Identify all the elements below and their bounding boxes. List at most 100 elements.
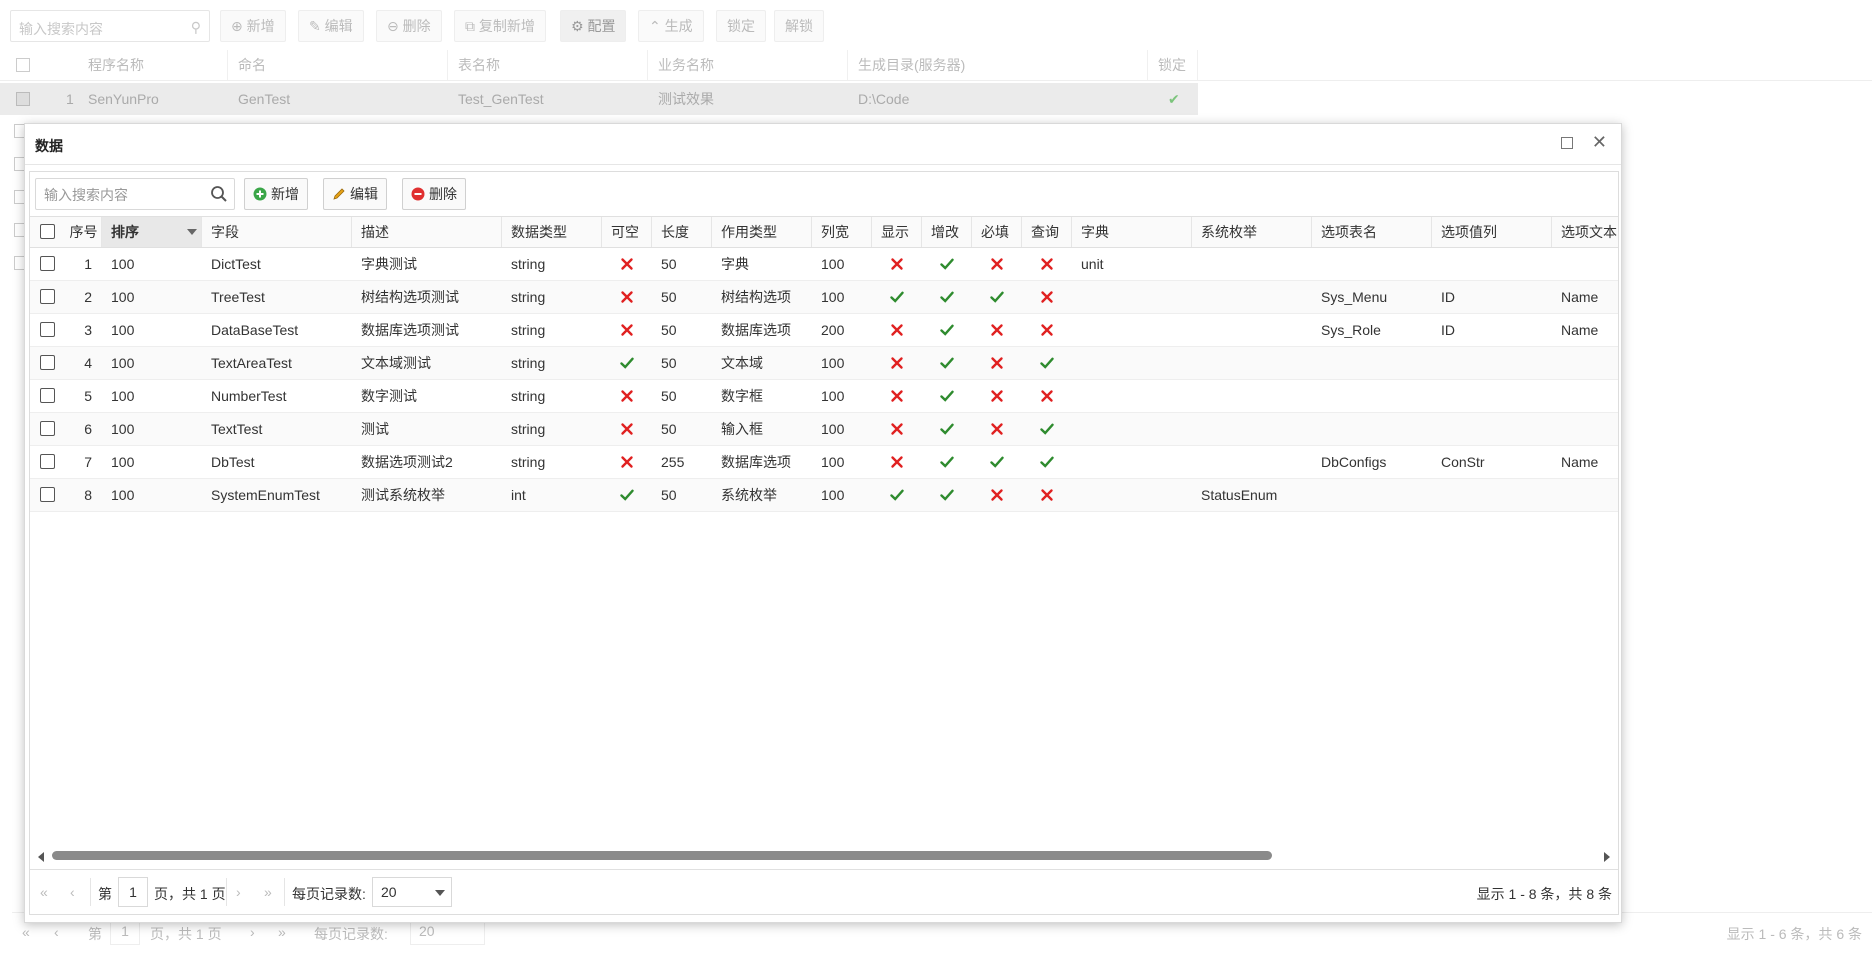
- table-row[interactable]: 4 100 TextAreaTest 文本域测试 string 50 文本域 100: [30, 347, 1618, 380]
- background-row-business: 测试效果: [658, 91, 714, 107]
- background-col-locked[interactable]: 锁定: [1148, 50, 1198, 80]
- background-search-input[interactable]: 输入搜索内容 ⚲: [10, 10, 210, 42]
- background-row-program: SenYunPro: [88, 91, 159, 107]
- col-opt-text[interactable]: 选项文本: [1552, 217, 1618, 247]
- close-icon[interactable]: ✕: [1592, 133, 1607, 151]
- grid-header: 序号 排序 字段 描述 数据类型 可空 长度 作用类型 列宽 显示 增改 必填 …: [30, 216, 1618, 248]
- cell-sys-enum: [1192, 413, 1312, 445]
- cell-field: TextTest: [211, 421, 263, 437]
- next-page-icon[interactable]: ›: [236, 884, 241, 900]
- add-icon: ⊕: [231, 18, 247, 34]
- last-page-icon[interactable]: »: [278, 924, 286, 940]
- check-icon: [922, 380, 972, 412]
- background-row-checkbox[interactable]: [16, 92, 30, 106]
- background-col-table[interactable]: 表名称: [448, 50, 648, 80]
- chevron-down-icon[interactable]: [435, 890, 445, 896]
- row-checkbox[interactable]: [40, 454, 55, 469]
- next-page-icon[interactable]: ›: [250, 924, 255, 940]
- row-checkbox[interactable]: [40, 256, 55, 271]
- row-checkbox[interactable]: [40, 421, 55, 436]
- table-row[interactable]: 2 100 TreeTest 树结构选项测试 string 50 树结构选项 100 Sys_M…: [30, 281, 1618, 314]
- col-opt-table[interactable]: 选项表名: [1312, 217, 1432, 247]
- first-page-icon[interactable]: «: [40, 884, 48, 900]
- cell-opt-table: [1312, 380, 1432, 412]
- per-page-select[interactable]: 20: [372, 877, 452, 907]
- cell-width: 100: [821, 289, 845, 305]
- table-row[interactable]: 1 100 DictTest 字典测试 string 50 字典 100 unit: [30, 248, 1618, 281]
- background-page-prefix: 第: [88, 926, 102, 942]
- prev-page-icon[interactable]: ‹: [54, 924, 59, 940]
- col-required[interactable]: 必填: [972, 217, 1022, 247]
- col-query[interactable]: 查询: [1022, 217, 1072, 247]
- cell-opt-value: [1432, 347, 1552, 379]
- page-suffix: 页，共 1 页: [154, 886, 226, 902]
- background-copy-add-button[interactable]: ⧉ 复制新增: [454, 10, 546, 42]
- background-lock-button[interactable]: 锁定: [716, 10, 766, 42]
- last-page-icon[interactable]: »: [264, 884, 272, 900]
- table-row[interactable]: 5 100 NumberTest 数字测试 string 50 数字框 100: [30, 380, 1618, 413]
- row-checkbox[interactable]: [40, 487, 55, 502]
- background-delete-button[interactable]: ⊖ 删除: [376, 10, 442, 42]
- background-add-button[interactable]: ⊕ 新增: [220, 10, 286, 42]
- col-opt-value[interactable]: 选项值列: [1432, 217, 1552, 247]
- col-index[interactable]: 序号: [66, 217, 102, 247]
- table-row[interactable]: 7 100 DbTest 数据选项测试2 string 255 数据库选项 100 DbConf…: [30, 446, 1618, 479]
- background-col-dir[interactable]: 生成目录(服务器): [848, 50, 1148, 80]
- col-desc[interactable]: 描述: [352, 217, 502, 247]
- background-edit-button[interactable]: ✎ 编辑: [298, 10, 364, 42]
- row-checkbox[interactable]: [40, 322, 55, 337]
- dialog-add-button[interactable]: 新增: [244, 178, 308, 210]
- col-editable[interactable]: 增改: [922, 217, 972, 247]
- row-checkbox[interactable]: [40, 355, 55, 370]
- col-nullable[interactable]: 可空: [602, 217, 652, 247]
- scroll-left-icon[interactable]: [38, 852, 44, 862]
- check-icon: [872, 479, 922, 511]
- background-select-all-checkbox[interactable]: [16, 58, 30, 72]
- row-index: 2: [84, 289, 92, 305]
- col-dict[interactable]: 字典: [1072, 217, 1192, 247]
- col-field[interactable]: 字段: [202, 217, 352, 247]
- table-row[interactable]: 3 100 DataBaseTest 数据库选项测试 string 50 数据库选项 200 S…: [30, 314, 1618, 347]
- scrollbar-thumb[interactable]: [52, 851, 1272, 860]
- col-sys-enum[interactable]: 系统枚举: [1192, 217, 1312, 247]
- col-width[interactable]: 列宽: [812, 217, 872, 247]
- cell-type: string: [511, 256, 546, 272]
- per-page-value: 20: [381, 884, 397, 900]
- scroll-right-icon[interactable]: [1604, 852, 1610, 862]
- cross-icon: [872, 446, 922, 478]
- col-sort[interactable]: 排序: [102, 217, 202, 247]
- background-table-row[interactable]: 1 SenYunPro GenTest Test_GenTest 测试效果 D:…: [0, 83, 1198, 115]
- dialog-search-input[interactable]: [42, 185, 206, 205]
- background-config-button[interactable]: ⚙ 配置: [560, 10, 627, 42]
- col-show[interactable]: 显示: [872, 217, 922, 247]
- col-type[interactable]: 数据类型: [502, 217, 602, 247]
- col-role[interactable]: 作用类型: [712, 217, 812, 247]
- cell-type: string: [511, 355, 546, 371]
- dialog-delete-button[interactable]: 删除: [402, 178, 466, 210]
- cell-dict: [1072, 380, 1192, 412]
- background-edit-label: 编辑: [324, 18, 353, 34]
- background-unlock-button[interactable]: 解锁: [774, 10, 824, 42]
- background-col-business[interactable]: 业务名称: [648, 50, 848, 80]
- first-page-icon[interactable]: «: [22, 924, 30, 940]
- sort-desc-icon[interactable]: [187, 229, 197, 235]
- table-row[interactable]: 6 100 TextTest 测试 string 50 输入框 100: [30, 413, 1618, 446]
- background-delete-label: 删除: [402, 18, 431, 34]
- search-icon[interactable]: [210, 185, 228, 203]
- horizontal-scrollbar[interactable]: [30, 848, 1618, 864]
- row-checkbox[interactable]: [40, 289, 55, 304]
- copy-icon: ⧉: [465, 18, 479, 34]
- row-checkbox[interactable]: [40, 388, 55, 403]
- background-col-name[interactable]: 命名: [228, 50, 448, 80]
- background-col-program[interactable]: 程序名称: [78, 50, 228, 80]
- select-all-checkbox[interactable]: [40, 224, 55, 239]
- prev-page-icon[interactable]: ‹: [70, 884, 75, 900]
- table-row[interactable]: 8 100 SystemEnumTest 测试系统枚举 int 50 系统枚举 100 Stat…: [30, 479, 1618, 512]
- page-number-input[interactable]: 1: [118, 877, 148, 907]
- col-length[interactable]: 长度: [652, 217, 712, 247]
- row-index: 5: [84, 388, 92, 404]
- background-generate-button[interactable]: ⌃ 生成: [638, 10, 704, 42]
- pager-divider: [226, 878, 227, 906]
- maximize-icon[interactable]: [1561, 137, 1573, 149]
- dialog-edit-button[interactable]: 编辑: [323, 178, 387, 210]
